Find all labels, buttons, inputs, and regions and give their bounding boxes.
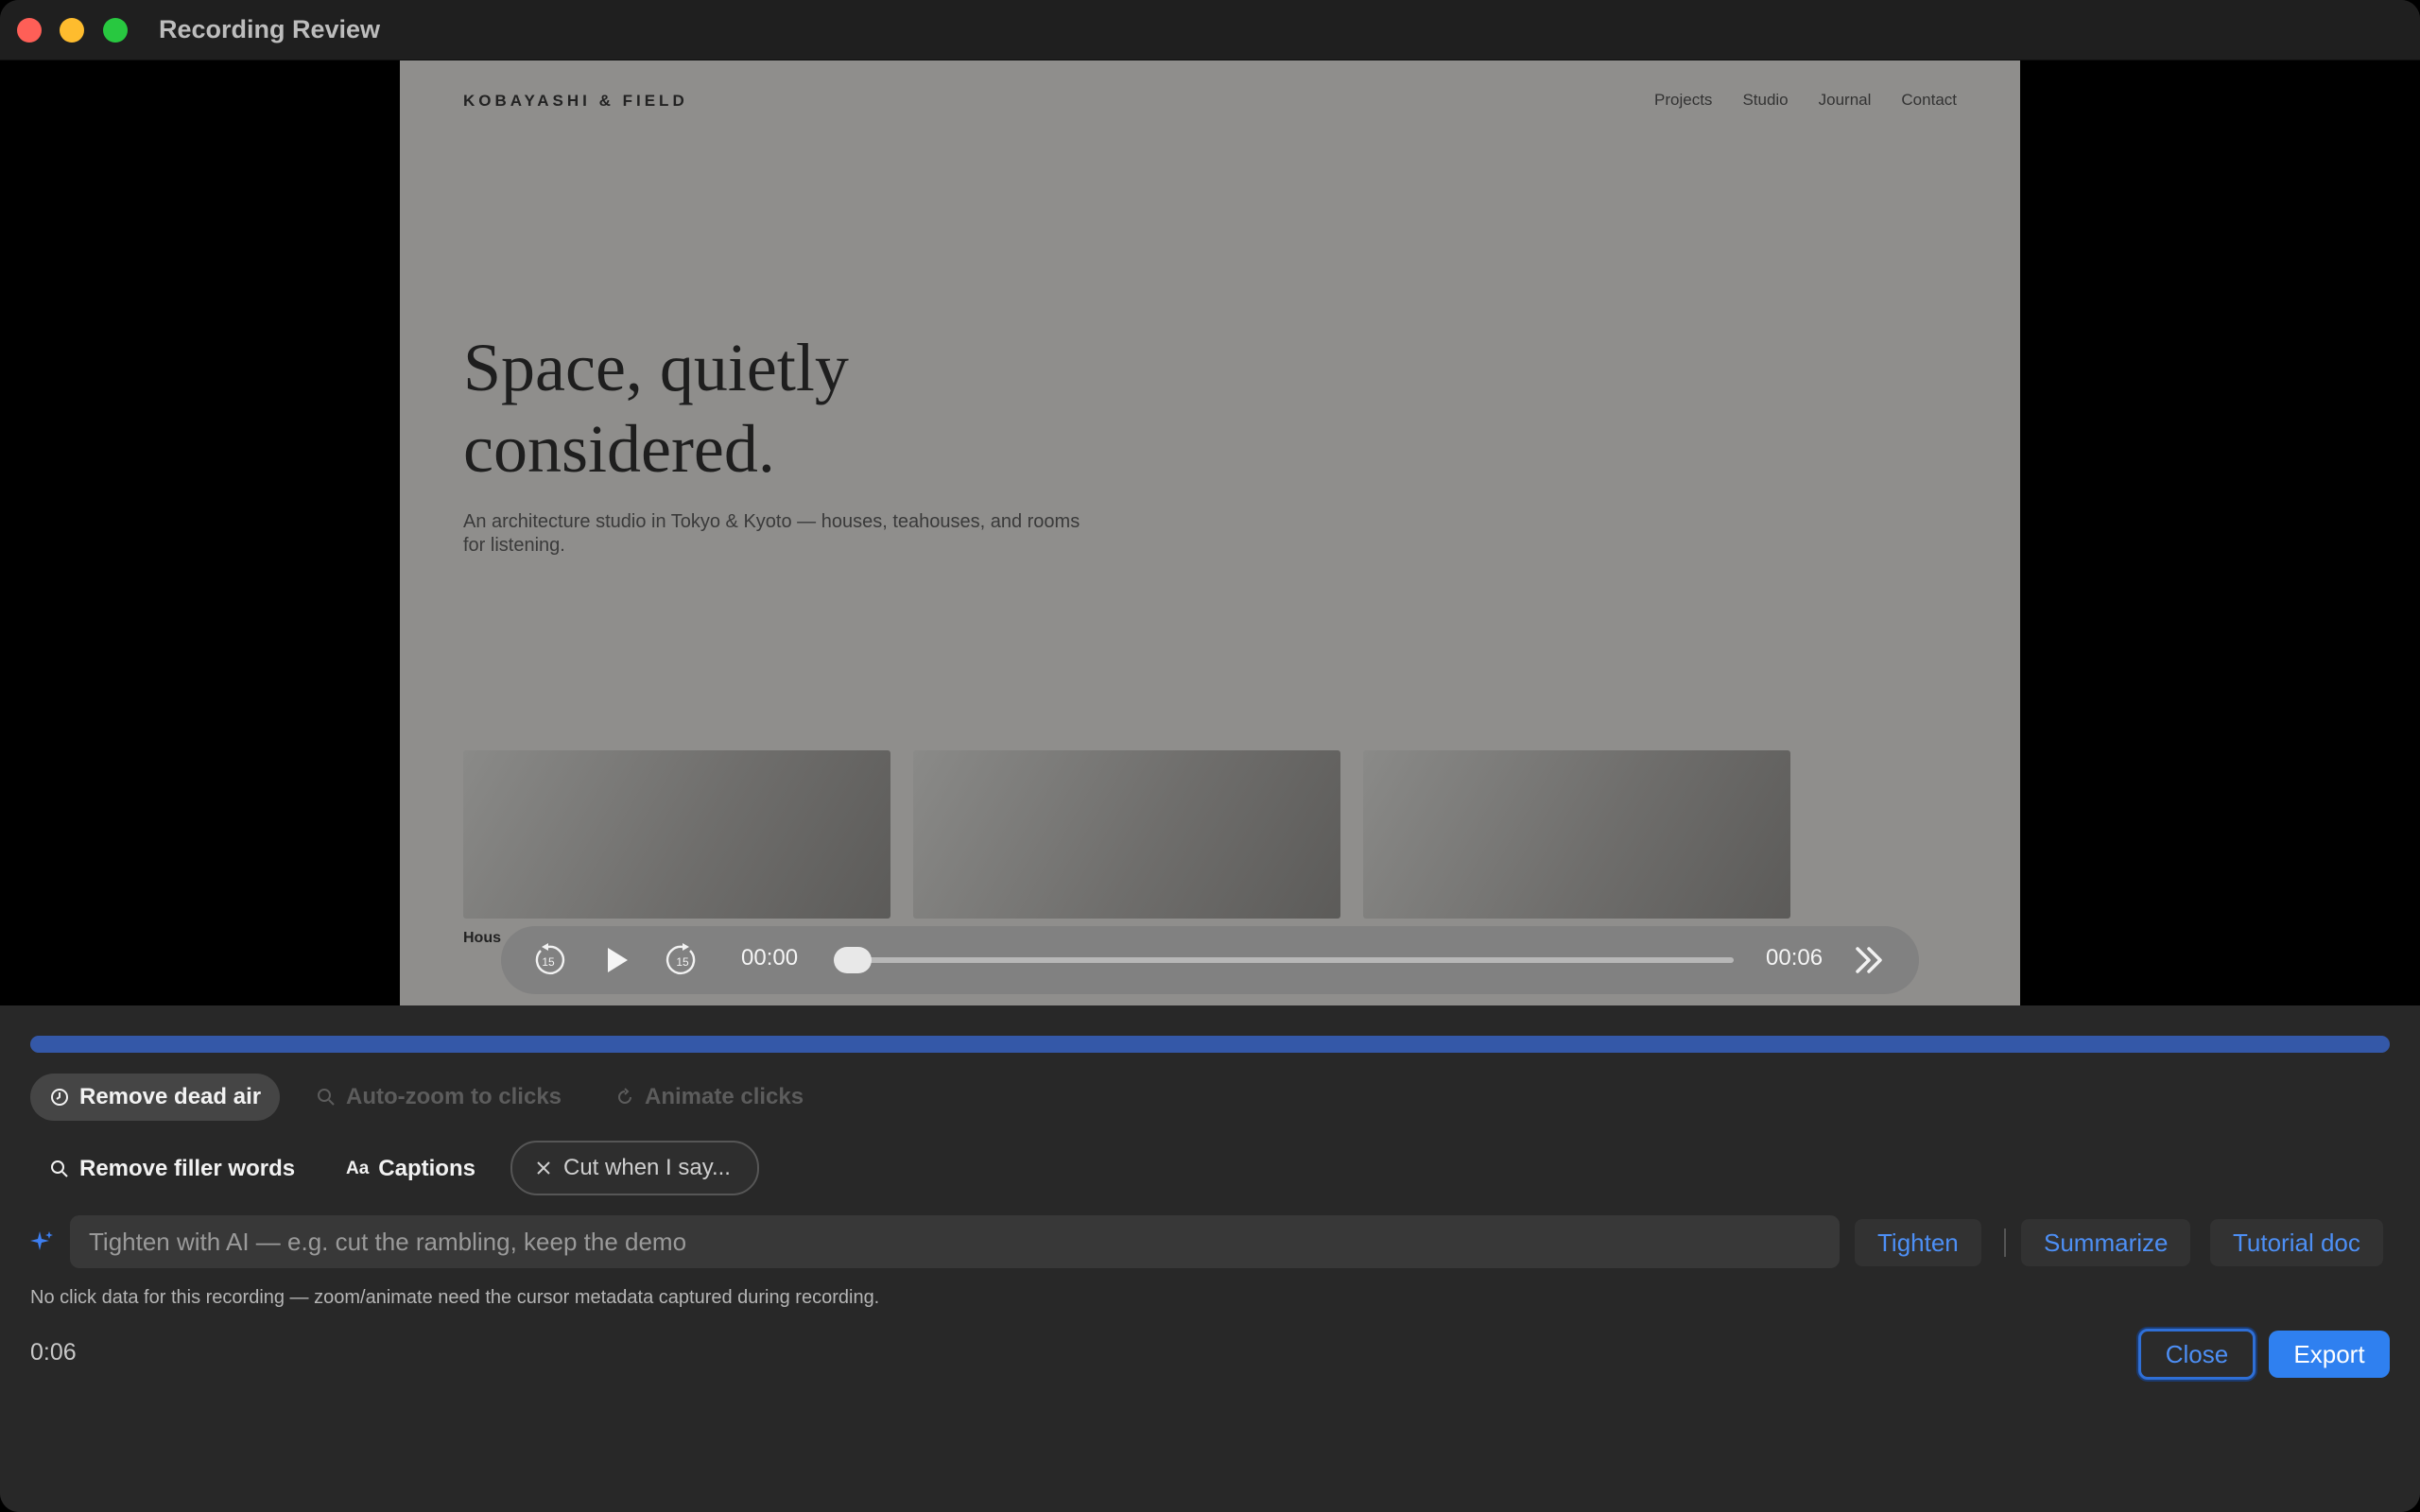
site-brand: KOBAYASHI & FIELD	[463, 92, 688, 110]
site-nav-projects: Projects	[1654, 91, 1713, 109]
site-hero-heading: Space, quietly considered.	[463, 327, 1125, 490]
processing-progress-fill	[30, 1036, 2390, 1053]
hero-line-2: considered.	[463, 411, 775, 487]
clock-icon	[51, 1089, 68, 1106]
divider	[2004, 1228, 2006, 1257]
animate-clicks-toggle[interactable]: Animate clicks	[596, 1074, 822, 1121]
play-icon[interactable]	[599, 943, 633, 977]
window-title: Recording Review	[159, 15, 381, 43]
sparkle-icon	[30, 1231, 53, 1250]
captions-toggle[interactable]: Aa Captions	[327, 1145, 494, 1193]
site-hero-subtitle: An architecture studio in Tokyo & Kyoto …	[463, 511, 1080, 556]
close-icon[interactable]	[533, 1158, 554, 1178]
tighten-button[interactable]: Tighten	[1855, 1219, 1981, 1266]
animate-click-icon	[618, 1088, 631, 1104]
total-time: 00:06	[1766, 945, 1824, 971]
fast-forward-icon[interactable]	[1853, 943, 1887, 977]
recorded-webpage-frame: KOBAYASHI & FIELD Projects Studio Journa…	[400, 60, 2020, 1005]
site-nav-studio: Studio	[1742, 91, 1789, 109]
remove-filler-words-toggle[interactable]: Remove filler words	[30, 1145, 314, 1193]
cut-when-i-say-label: Cut when I say...	[563, 1155, 731, 1180]
tutorial-doc-button[interactable]: Tutorial doc	[2210, 1219, 2383, 1266]
project-thumbnail-label: Hous	[463, 930, 501, 946]
site-nav: Projects Studio Journal Contact	[1654, 91, 1957, 110]
click-data-note: No click data for this recording — zoom/…	[30, 1287, 880, 1308]
scrubber-knob[interactable]	[834, 947, 872, 973]
captions-label: Captions	[378, 1156, 475, 1181]
ai-prompt-input[interactable]	[70, 1215, 1840, 1268]
auto-zoom-toggle[interactable]: Auto-zoom to clicks	[297, 1074, 580, 1121]
recording-review-window: Recording Review KOBAYASHI & FIELD Proje…	[0, 0, 2420, 1512]
remove-dead-air-toggle[interactable]: Remove dead air	[30, 1074, 281, 1121]
search-icon	[51, 1160, 68, 1177]
minimize-window-button[interactable]	[60, 18, 84, 43]
remove-filler-words-label: Remove filler words	[79, 1156, 296, 1181]
scrubber-track[interactable]	[839, 957, 1734, 963]
project-thumbnail	[1363, 750, 1790, 919]
close-window-button[interactable]	[17, 18, 42, 43]
zoom-icon	[318, 1089, 335, 1106]
processing-progress-bar	[30, 1036, 2390, 1053]
project-thumbnail	[913, 750, 1340, 919]
skip-back-seconds: 15	[542, 955, 555, 969]
cut-when-i-say-chip[interactable]: Cut when I say...	[510, 1141, 759, 1195]
maximize-window-button[interactable]	[103, 18, 128, 43]
recording-duration: 0:06	[30, 1339, 77, 1366]
video-preview[interactable]: KOBAYASHI & FIELD Projects Studio Journa…	[0, 60, 2420, 1005]
current-time: 00:00	[741, 945, 799, 971]
summarize-button[interactable]: Summarize	[2021, 1219, 2191, 1266]
title-bar: Recording Review	[0, 0, 2420, 60]
close-button[interactable]: Close	[2138, 1329, 2256, 1380]
animate-clicks-label: Animate clicks	[645, 1084, 804, 1109]
edit-panel: Remove dead air Auto-zoom to clicks Anim…	[0, 1005, 2420, 1512]
site-nav-journal: Journal	[1818, 91, 1872, 109]
site-nav-contact: Contact	[1901, 91, 1957, 109]
captions-icon: Aa	[346, 1159, 370, 1178]
remove-dead-air-label: Remove dead air	[79, 1084, 262, 1109]
export-button[interactable]: Export	[2269, 1331, 2390, 1378]
skip-back-15-icon[interactable]: 15	[531, 943, 565, 977]
skip-forward-seconds: 15	[676, 955, 689, 969]
skip-forward-15-icon[interactable]: 15	[666, 943, 700, 977]
player-controls: 15 15 00:00 00:06	[501, 926, 1919, 994]
hero-line-1: Space, quietly	[463, 330, 849, 405]
auto-zoom-label: Auto-zoom to clicks	[346, 1084, 562, 1109]
project-thumbnail	[463, 750, 890, 919]
